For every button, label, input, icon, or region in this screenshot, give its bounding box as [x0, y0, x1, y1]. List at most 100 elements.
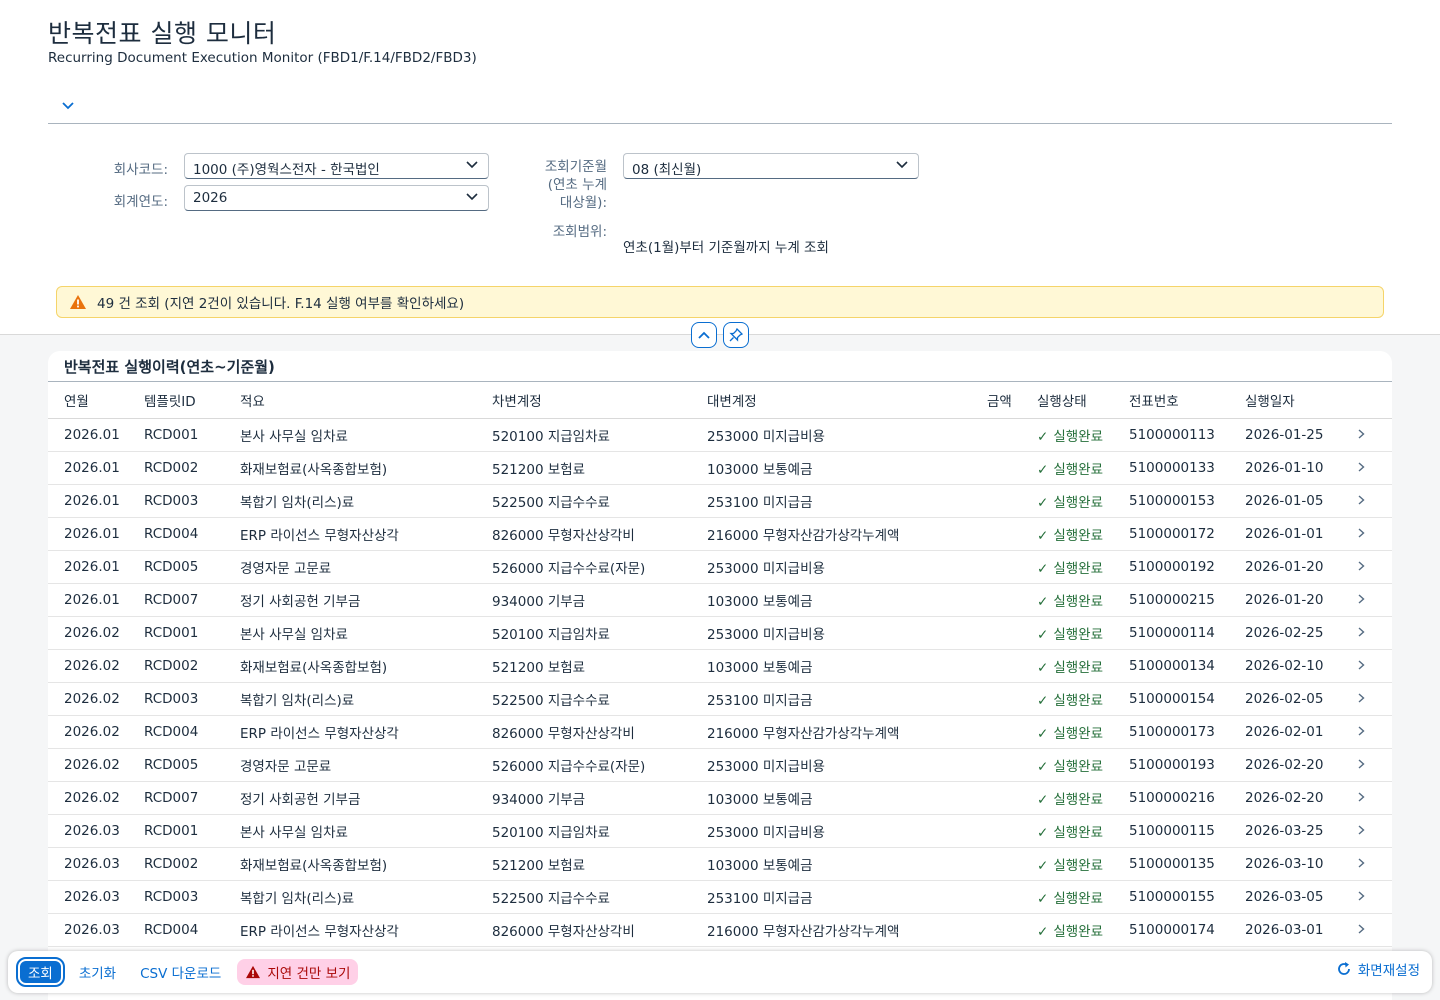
status-cell: ✓실행완료: [1021, 484, 1113, 518]
reset-button[interactable]: 초기화: [71, 959, 124, 985]
description-cell: 화재보험료(사옥종합보험): [224, 649, 476, 683]
table-row[interactable]: 2026.01 RCD002 화재보험료(사옥종합보험) 521200 보험료 1030…: [48, 451, 1392, 485]
company-code-select[interactable]: 1000 (주)영웍스전자 - 한국법인: [184, 153, 489, 179]
document-number-cell: 5100000193: [1113, 748, 1229, 782]
column-header[interactable]: 전표번호: [1113, 382, 1229, 419]
pin-header-button[interactable]: [723, 322, 749, 348]
amount-cell: [971, 814, 1021, 848]
chevron-right-icon[interactable]: [1331, 484, 1392, 518]
template-id-cell: RCD004: [128, 913, 224, 947]
execution-date-cell: 2026-02-10: [1229, 649, 1331, 683]
table-row[interactable]: 2026.02 RCD004 ERP 라이선스 무형자산상각 826000 무형자산상…: [48, 715, 1392, 749]
description-cell: 본사 사무실 임차료: [224, 814, 476, 848]
chevron-right-icon[interactable]: [1331, 781, 1392, 815]
delayed-only-button[interactable]: 지연 건만 보기: [237, 959, 359, 985]
table-row[interactable]: 2026.02 RCD002 화재보험료(사옥종합보험) 521200 보험료 1030…: [48, 649, 1392, 683]
debit-account-cell: 520100 지급임차료: [476, 418, 691, 452]
status-text: 실행완료: [1053, 428, 1103, 445]
template-id-cell: RCD003: [128, 880, 224, 914]
refresh-icon: [1338, 962, 1350, 975]
debit-account-cell: 521200 보험료: [476, 847, 691, 881]
status-cell: ✓실행완료: [1021, 583, 1113, 617]
period-cell: 2026.01: [48, 583, 128, 617]
csv-download-button[interactable]: CSV 다운로드: [132, 959, 229, 985]
chevron-right-icon[interactable]: [1331, 583, 1392, 617]
table-row[interactable]: 2026.03 RCD003 복합기 임차(리스)료 522500 지급수수료 2531…: [48, 880, 1392, 914]
chevron-right-icon[interactable]: [1331, 913, 1392, 947]
credit-account-cell: 216000 무형자산감가상각누계액: [691, 517, 971, 551]
table-row[interactable]: 2026.01 RCD001 본사 사무실 임차료 520100 지급임차료 25300…: [48, 418, 1392, 452]
chevron-right-icon[interactable]: [1331, 814, 1392, 848]
table-row[interactable]: 2026.01 RCD007 정기 사회공헌 기부금 934000 기부금 103000…: [48, 583, 1392, 617]
column-header[interactable]: 차변계정: [476, 382, 691, 419]
check-icon: ✓: [1037, 494, 1049, 511]
chevron-right-icon[interactable]: [1331, 649, 1392, 683]
credit-account-cell: 103000 보통예금: [691, 847, 971, 881]
status-cell: ✓실행완료: [1021, 517, 1113, 551]
amount-cell: [971, 583, 1021, 617]
chevron-right-icon[interactable]: [1331, 550, 1392, 584]
table-row[interactable]: 2026.01 RCD005 경영자문 고문료 526000 지급수수료(자문) 253…: [48, 550, 1392, 584]
debit-account-cell: 522500 지급수수료: [476, 484, 691, 518]
column-header[interactable]: 실행상태: [1021, 382, 1113, 419]
column-header[interactable]: 금액: [971, 382, 1021, 419]
check-icon: ✓: [1037, 791, 1049, 808]
chevron-right-icon[interactable]: [1331, 748, 1392, 782]
amount-cell: [971, 748, 1021, 782]
table-row[interactable]: 2026.02 RCD003 복합기 임차(리스)료 522500 지급수수료 2531…: [48, 682, 1392, 716]
document-number-cell: 5100000173: [1113, 715, 1229, 749]
table-row[interactable]: 2026.02 RCD001 본사 사무실 임차료 520100 지급임차료 25300…: [48, 616, 1392, 650]
execution-history-table: 반복전표 실행이력(연초~기준월) 연월 템플릿ID 적요 차변계정 대변계정 금액 실행상…: [48, 351, 1392, 1000]
period-cell: 2026.03: [48, 880, 128, 914]
footer-toolbar: 조회 초기화 CSV 다운로드 지연 건만 보기 화면재설정: [8, 951, 1432, 993]
credit-account-cell: 216000 무형자산감가상각누계액: [691, 715, 971, 749]
execution-date-cell: 2026-02-25: [1229, 616, 1331, 650]
screen-reset-button[interactable]: 화면재설정: [1336, 959, 1420, 979]
column-header[interactable]: 템플릿ID: [128, 382, 224, 419]
column-header[interactable]: 적요: [224, 382, 476, 419]
description-cell: 복합기 임차(리스)료: [224, 880, 476, 914]
column-header[interactable]: 실행일자: [1229, 382, 1331, 419]
execution-date-cell: 2026-02-01: [1229, 715, 1331, 749]
header-expand-button[interactable]: [58, 96, 78, 116]
table-row[interactable]: 2026.03 RCD001 본사 사무실 임차료 520100 지급임차료 25300…: [48, 814, 1392, 848]
column-header[interactable]: 연월: [48, 382, 128, 419]
chevron-right-icon[interactable]: [1331, 682, 1392, 716]
base-month-select[interactable]: 08 (최신월): [623, 153, 919, 179]
table-row[interactable]: 2026.02 RCD005 경영자문 고문료 526000 지급수수료(자문) 253…: [48, 748, 1392, 782]
fiscal-year-label: 회계연도:: [113, 194, 168, 210]
fiscal-year-select[interactable]: 2026: [184, 185, 489, 211]
table-row[interactable]: 2026.03 RCD004 ERP 라이선스 무형자산상각 826000 무형자산상…: [48, 913, 1392, 947]
table-row[interactable]: 2026.02 RCD007 정기 사회공헌 기부금 934000 기부금 103000…: [48, 781, 1392, 815]
chevron-right-icon[interactable]: [1331, 847, 1392, 881]
status-cell: ✓실행완료: [1021, 880, 1113, 914]
delayed-only-label: 지연 건만 보기: [267, 966, 351, 982]
debit-account-cell: 520100 지급임차료: [476, 814, 691, 848]
execution-date-cell: 2026-01-20: [1229, 583, 1331, 617]
status-text: 실행완료: [1053, 758, 1103, 775]
base-month-label-line2: (연초 누계: [547, 177, 607, 193]
status-cell: ✓실행완료: [1021, 781, 1113, 815]
chevron-right-icon[interactable]: [1331, 418, 1392, 452]
chevron-right-icon[interactable]: [1331, 616, 1392, 650]
chevron-right-icon[interactable]: [1331, 451, 1392, 485]
template-id-cell: RCD007: [128, 583, 224, 617]
collapse-header-button[interactable]: [691, 322, 717, 348]
description-cell: 화재보험료(사옥종합보험): [224, 451, 476, 485]
chevron-right-icon[interactable]: [1331, 517, 1392, 551]
chevron-right-icon[interactable]: [1331, 880, 1392, 914]
range-value: 연초(1월)부터 기준월까지 누계 조회: [623, 240, 829, 256]
table-title: 반복전표 실행이력(연초~기준월): [48, 351, 1392, 382]
table-row[interactable]: 2026.01 RCD004 ERP 라이선스 무형자산상각 826000 무형자산상…: [48, 517, 1392, 551]
header-toggle-group: [691, 322, 749, 348]
document-number-cell: 5100000134: [1113, 649, 1229, 683]
document-number-cell: 5100000216: [1113, 781, 1229, 815]
chevron-right-icon[interactable]: [1331, 715, 1392, 749]
table-row[interactable]: 2026.03 RCD002 화재보험료(사옥종합보험) 521200 보험료 1030…: [48, 847, 1392, 881]
description-cell: 정기 사회공헌 기부금: [224, 583, 476, 617]
document-number-cell: 5100000114: [1113, 616, 1229, 650]
table-row[interactable]: 2026.01 RCD003 복합기 임차(리스)료 522500 지급수수료 2531…: [48, 484, 1392, 518]
column-header[interactable]: 대변계정: [691, 382, 971, 419]
search-button[interactable]: 조회: [16, 957, 65, 987]
column-header-nav: [1331, 382, 1392, 419]
